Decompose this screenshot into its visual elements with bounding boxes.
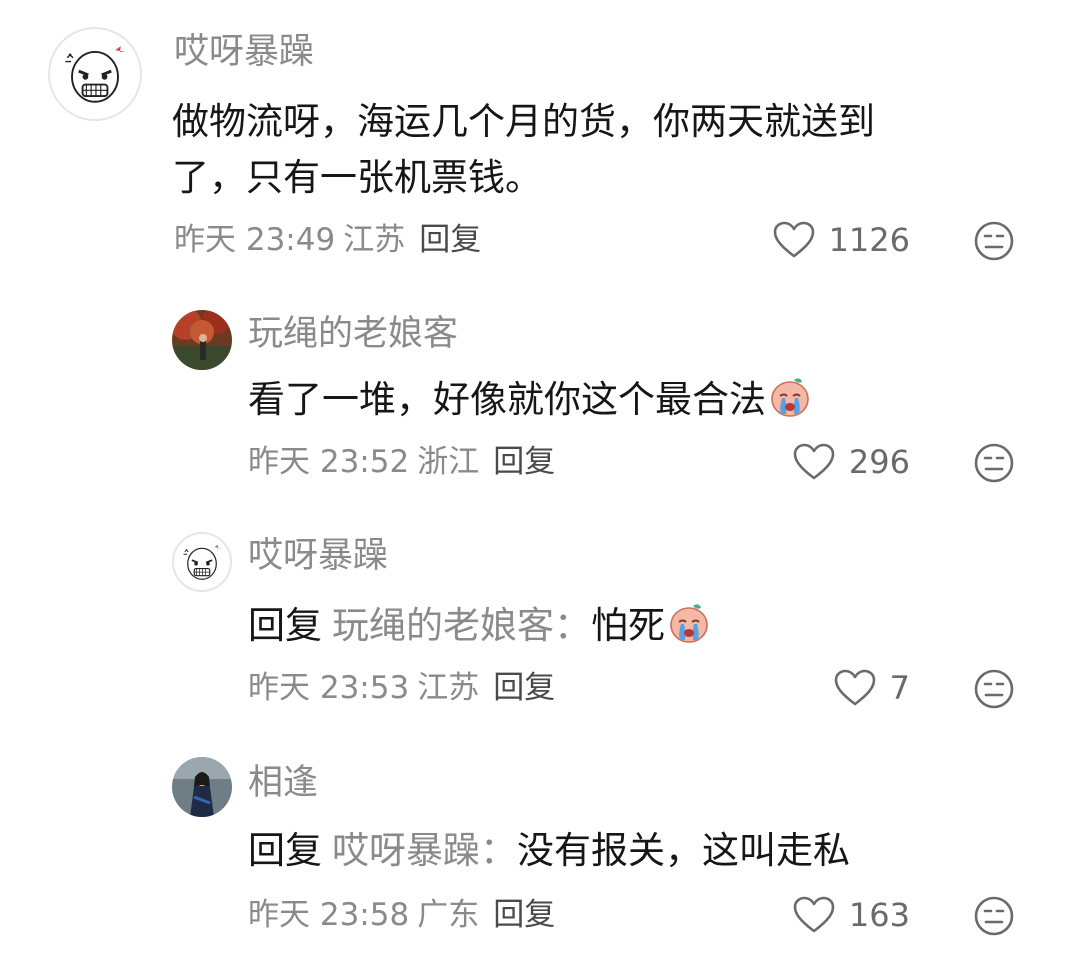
neutral-face-icon [974,669,1014,709]
comment-time: 昨天 23:58 [248,897,410,933]
comment-meta: 昨天 23:58 广东 回复 [248,895,563,935]
like-count: 7 [889,669,910,707]
comment-time: 昨天 23:49 [174,222,336,258]
dislike-button[interactable] [973,895,1015,937]
reply-button[interactable]: 回复 [493,444,555,480]
comment-username[interactable]: 哎呀暴躁 [248,536,388,576]
heart-icon [793,896,835,933]
reply-target-username[interactable]: 哎呀暴躁： [332,829,517,872]
comment-location: 江苏 [343,222,406,258]
comment-time: 昨天 23:52 [248,444,410,480]
comment-text: 看了一堆，好像就你这个最合法 [248,372,812,428]
comment-username[interactable]: 哎呀暴躁 [174,32,314,72]
neutral-face-icon [974,896,1014,936]
comment-text-body: 怕死 [591,604,665,647]
comment-text-body: 看了一堆，好像就你这个最合法 [248,378,766,421]
autumn-tree-photo-avatar-icon [172,310,232,370]
dislike-button[interactable] [973,668,1015,710]
comment-meta: 昨天 23:52 浙江 回复 [248,442,563,482]
neutral-face-icon [974,221,1014,261]
avatar[interactable] [172,310,232,370]
reply-button[interactable]: 回复 [493,897,555,933]
comment-meta: 昨天 23:53 江苏 回复 [248,668,563,708]
angry-face-sketch-avatar-icon [183,544,222,580]
comment-text: 做物流呀，海运几个月的货，你两天就送到 了，只有一张机票钱。 [172,94,875,206]
avatar[interactable] [172,757,232,817]
dislike-button[interactable] [973,220,1015,262]
comment-text-body: 没有报关，这叫走私 [517,829,850,872]
comment-item: 玩绳的老娘客 看了一堆，好像就你这个最合法 昨天 23:52 浙江 回复 296 [0,290,1079,510]
comment-time: 昨天 23:53 [248,670,410,706]
reply-prefix: 回复 [248,829,322,872]
reply-button[interactable]: 回复 [493,670,555,706]
like-button[interactable]: 296 [760,440,910,484]
neutral-face-icon [974,443,1014,483]
crying-face-emoji-icon [768,374,812,418]
like-count: 296 [848,443,910,481]
comment-location: 广东 [417,897,480,933]
avatar[interactable] [172,532,232,592]
comment-item: 哎呀暴躁 回复 玩绳的老娘客：怕死 昨天 23:53 江苏 回复 7 [0,520,1079,740]
reply-target-username[interactable]: 玩绳的老娘客： [332,604,591,647]
dislike-button[interactable] [973,442,1015,484]
heart-icon [773,221,814,258]
like-button[interactable]: 163 [760,893,910,937]
comment-item: 相逢 回复 哎呀暴躁：没有报关，这叫走私 昨天 23:58 广东 回复 163 [0,745,1079,962]
heart-icon [834,669,875,706]
comment-text-line: 了，只有一张机票钱。 [172,156,542,199]
angry-face-sketch-avatar-icon [65,46,126,103]
comment-location: 江苏 [417,670,480,706]
reply-button[interactable]: 回复 [419,222,481,258]
comment-location: 浙江 [417,444,480,480]
comment-username[interactable]: 相逢 [248,763,318,803]
heart-icon [793,443,835,480]
crying-face-emoji-icon [667,600,711,644]
comment-text: 回复 玩绳的老娘客：怕死 [248,598,711,654]
comment-text-line: 做物流呀，海运几个月的货，你两天就送到 [172,100,875,143]
avatar[interactable] [48,27,142,121]
comment-text: 回复 哎呀暴躁：没有报关，这叫走私 [248,823,850,879]
like-count: 1126 [828,221,910,259]
comment-username[interactable]: 玩绳的老娘客 [248,314,458,354]
reply-prefix: 回复 [248,604,322,647]
like-button[interactable]: 1126 [760,218,910,262]
like-count: 163 [848,896,910,934]
like-button[interactable]: 7 [760,666,910,710]
comment-meta: 昨天 23:49 江苏 回复 [174,220,489,260]
dark-figure-photo-avatar-icon [172,757,232,817]
comment-item: 哎呀暴躁 做物流呀，海运几个月的货，你两天就送到 了，只有一张机票钱。 昨天 2… [0,0,1079,280]
